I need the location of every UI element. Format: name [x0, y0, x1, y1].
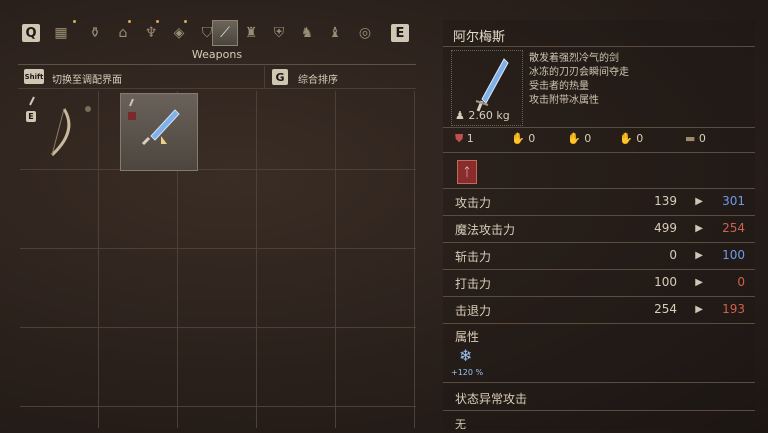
- stat-new: 301: [722, 194, 745, 208]
- grid-icon[interactable]: ▦: [50, 22, 72, 44]
- requirement-value: 0: [698, 132, 706, 145]
- arrow-right-icon: ▶: [695, 250, 703, 261]
- stat-row-magic-attack: 魔法攻击力 499 ▶ 254: [455, 219, 745, 239]
- stat-new: 193: [722, 302, 745, 316]
- chest-armor-icon[interactable]: ♜: [240, 22, 262, 44]
- action-bar: Shift 切换至调配界面 G 综合排序: [18, 66, 416, 89]
- stat-name: 打击力: [455, 277, 492, 291]
- faith-hand-icon: ✋: [619, 132, 633, 145]
- item-detail-panel: 阿尔梅斯 ♟ 2.60 kg 散发着强烈冷气的剑 冰冻的刀刃会瞬间夺走 受击者的…: [443, 20, 755, 431]
- stat-base: 254: [654, 302, 677, 316]
- stat-row-slash: 斩击力 0 ▶ 100: [455, 246, 745, 266]
- inventory-slot-selected[interactable]: [120, 93, 198, 171]
- leg-armor-icon[interactable]: ♝: [324, 22, 346, 44]
- arrow-right-icon: ▶: [695, 304, 703, 315]
- attribute-value: +120 %: [451, 368, 484, 377]
- chest-icon: ▬: [685, 132, 696, 145]
- stat-row-attack: 攻击力 139 ▶ 301: [455, 192, 745, 212]
- switch-craft-label[interactable]: 切换至调配界面: [52, 71, 122, 86]
- weight-row: ♟ 2.60 kg: [455, 109, 510, 122]
- stat-new: 254: [722, 221, 745, 235]
- next-tab-key[interactable]: E: [391, 24, 409, 42]
- flask-icon[interactable]: ⚱: [84, 22, 106, 44]
- attribute-label: 属性: [455, 330, 480, 344]
- item-name: 阿尔梅斯: [453, 30, 506, 45]
- description-line: 散发着强烈冷气的剑: [529, 53, 619, 64]
- requirement-value: 0: [584, 132, 592, 145]
- stat-name: 击退力: [455, 304, 492, 318]
- sort-label[interactable]: 综合排序: [298, 71, 338, 86]
- prev-tab-key[interactable]: Q: [22, 24, 40, 42]
- stat-name: 斩击力: [455, 250, 492, 264]
- bow-icon: [29, 96, 91, 157]
- g-key[interactable]: G: [272, 69, 288, 85]
- stat-base: 0: [669, 248, 677, 262]
- stat-name: 魔法攻击力: [455, 223, 516, 237]
- weapon-type-badge: ᛏ: [457, 160, 477, 184]
- dex-hand-icon: ✋: [567, 132, 581, 145]
- description-line: 受击者的热量: [529, 81, 589, 92]
- status-label: 状态异常攻击: [455, 392, 528, 406]
- description-line: 冰冻的刀刃会瞬间夺走: [529, 67, 629, 78]
- inventory-grid: E: [20, 91, 416, 428]
- requirement-value: 0: [528, 132, 536, 145]
- lantern-icon[interactable]: ⌂: [112, 22, 134, 44]
- stat-base: 139: [654, 194, 677, 208]
- boots-icon[interactable]: ♞: [296, 22, 318, 44]
- stat-name: 攻击力: [455, 196, 492, 210]
- inventory-slot[interactable]: E: [20, 91, 98, 169]
- weight-value: 2.60 kg: [468, 109, 510, 122]
- stat-base: 499: [654, 221, 677, 235]
- status-value: 无: [455, 418, 466, 431]
- ring-icon[interactable]: ◈: [168, 22, 190, 44]
- stat-row-strike: 打击力 100 ▶ 0: [455, 273, 745, 293]
- description-line: 攻击附带冰属性: [529, 95, 599, 106]
- strength-icon: ⛊: [455, 132, 464, 145]
- requirement-value: 0: [636, 132, 644, 145]
- category-title: Weapons: [18, 48, 416, 65]
- armor-icon[interactable]: ⛨: [268, 22, 290, 44]
- item-description: 散发着强烈冷气的剑 冰冻的刀刃会瞬间夺走 受击者的热量 攻击附带冰属性: [529, 52, 629, 108]
- equipped-key-badge: E: [26, 111, 36, 122]
- frost-sword-icon: [128, 98, 180, 146]
- arrow-right-icon: ▶: [695, 196, 703, 207]
- magic-hand-icon: ✋: [511, 132, 525, 145]
- cloth-icon[interactable]: ♆: [140, 22, 162, 44]
- stat-new: 0: [737, 275, 745, 289]
- stat-new: 100: [722, 248, 745, 262]
- requirement-value: 1: [466, 132, 474, 145]
- arrow-right-icon: ▶: [695, 277, 703, 288]
- stat-base: 100: [654, 275, 677, 289]
- sword-icon[interactable]: ⟋: [212, 20, 238, 46]
- requirements-row: ⛊ 1 ✋ 0 ✋ 0 ✋ 0 ▬ 0: [455, 132, 755, 148]
- frost-icon: ❄: [459, 346, 473, 365]
- shift-key[interactable]: Shift: [24, 69, 44, 84]
- arrow-right-icon: ▶: [695, 223, 703, 234]
- category-tab-bar: Q ▦ ⚱ ⌂ ♆ ◈ ⛉ ⟋ ♜ ⛨ ♞ ♝ ◎ E: [18, 20, 414, 48]
- shield-icon[interactable]: ◎: [354, 22, 376, 44]
- weight-icon: ♟: [455, 109, 465, 122]
- stat-row-knockback: 击退力 254 ▶ 193: [455, 300, 745, 320]
